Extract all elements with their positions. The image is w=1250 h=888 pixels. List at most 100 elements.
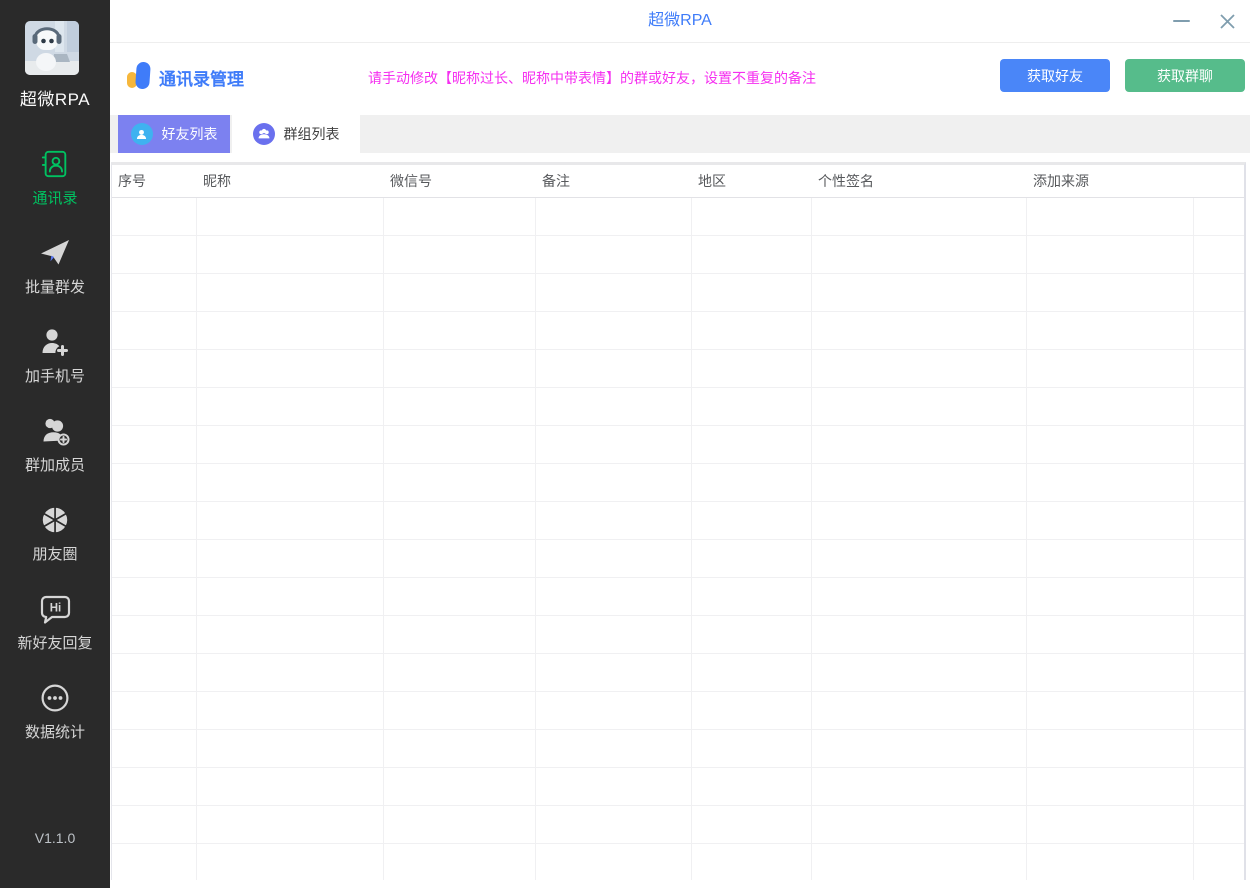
table-cell-spacer: [1194, 692, 1244, 729]
column-header: 备注: [536, 171, 692, 191]
table-cell: [197, 730, 384, 767]
sidebar-item-moments[interactable]: 朋友圈: [0, 504, 110, 593]
users-icon: [253, 123, 275, 145]
column-header: 序号: [112, 171, 197, 191]
module-logo-icon: [127, 60, 153, 95]
get-groups-button[interactable]: 获取群聊: [1125, 59, 1245, 92]
table-cell: [384, 654, 536, 691]
table-cell: [112, 616, 197, 653]
table-cell: [1027, 464, 1194, 501]
table-cell-spacer: [1194, 654, 1244, 691]
table-cell: [112, 502, 197, 539]
sidebar-item-bulk-send[interactable]: 批量群发: [0, 237, 110, 326]
table-cell-spacer: [1194, 806, 1244, 843]
table-cell: [1027, 312, 1194, 349]
table-cell: [536, 844, 692, 880]
sidebar-nav: 通讯录批量群发加手机号群加成员朋友圈 Hi 新好友回复数据统计: [0, 148, 110, 771]
table-row: [112, 616, 1244, 654]
titlebar: 超微RPA: [110, 0, 1250, 43]
sidebar-item-add-phone[interactable]: 加手机号: [0, 326, 110, 415]
stats-dots-icon: [39, 682, 71, 714]
table-cell: [197, 426, 384, 463]
tab-friend-list[interactable]: 好友列表: [118, 115, 230, 153]
table-cell: [536, 692, 692, 729]
table-cell: [812, 578, 1027, 615]
minimize-button[interactable]: [1160, 0, 1202, 42]
table-cell: [812, 502, 1027, 539]
sidebar-item-group-add-member[interactable]: 群加成员: [0, 415, 110, 504]
table-cell: [812, 540, 1027, 577]
close-button[interactable]: [1206, 0, 1248, 42]
table-row: [112, 198, 1244, 236]
column-header: 个性签名: [812, 171, 1027, 191]
sidebar-item-label: 群加成员: [0, 454, 110, 475]
tab-group-list[interactable]: 群组列表: [232, 115, 360, 153]
table-cell: [384, 768, 536, 805]
table-cell: [812, 654, 1027, 691]
table-cell-spacer: [1194, 312, 1244, 349]
table-cell: [536, 540, 692, 577]
table-cell: [384, 388, 536, 425]
table-cell: [812, 730, 1027, 767]
table-cell: [112, 236, 197, 273]
table-cell: [536, 198, 692, 235]
table-cell: [112, 426, 197, 463]
tab-label: 群组列表: [284, 124, 340, 144]
table-cell: [692, 730, 812, 767]
table-cell: [197, 350, 384, 387]
table-cell: [812, 844, 1027, 880]
table-cell: [536, 312, 692, 349]
table-cell-spacer: [1194, 502, 1244, 539]
table-cell: [384, 806, 536, 843]
table-cell: [197, 388, 384, 425]
table-cell: [384, 350, 536, 387]
table-cell: [692, 312, 812, 349]
table-cell: [197, 540, 384, 577]
table-cell: [112, 198, 197, 235]
table-cell: [1027, 236, 1194, 273]
table-cell: [536, 806, 692, 843]
table-cell: [112, 350, 197, 387]
contacts-table: 序号昵称微信号备注地区个性签名添加来源: [111, 162, 1246, 880]
column-header: 微信号: [384, 171, 536, 191]
table-cell: [1027, 616, 1194, 653]
table-cell: [112, 388, 197, 425]
table-cell-spacer: [1194, 616, 1244, 653]
table-cell: [112, 578, 197, 615]
app-name: 超微RPA: [0, 85, 110, 110]
sidebar-item-label: 新好友回复: [0, 632, 110, 653]
svg-text:Hi: Hi: [50, 603, 62, 615]
table-cell-spacer: [1194, 578, 1244, 615]
get-friends-button[interactable]: 获取好友: [1000, 59, 1110, 92]
sidebar-item-data-stats[interactable]: 数据统计: [0, 682, 110, 771]
table-cell: [384, 426, 536, 463]
column-header: 添加来源: [1027, 171, 1194, 191]
table-cell: [692, 198, 812, 235]
table-cell: [812, 806, 1027, 843]
table-cell: [197, 768, 384, 805]
table-cell: [1027, 578, 1194, 615]
table-cell: [692, 502, 812, 539]
table-cell: [1027, 730, 1194, 767]
table-cell: [692, 540, 812, 577]
notice-text: 请手动修改【昵称过长、昵称中带表情】的群或好友，设置不重复的备注: [368, 68, 816, 88]
table-cell: [812, 692, 1027, 729]
table-cell: [692, 616, 812, 653]
tab-strip: 好友列表 群组列表: [110, 115, 1250, 153]
table-cell: [692, 464, 812, 501]
tab-label: 好友列表: [162, 124, 218, 144]
sidebar-item-label: 朋友圈: [0, 543, 110, 564]
table-cell: [384, 730, 536, 767]
table-cell: [1027, 426, 1194, 463]
sidebar-item-contacts[interactable]: 通讯录: [0, 148, 110, 237]
table-cell: [1027, 502, 1194, 539]
table-cell: [112, 312, 197, 349]
sidebar-item-new-friend-reply[interactable]: Hi 新好友回复: [0, 593, 110, 682]
table-cell: [197, 274, 384, 311]
table-cell: [692, 236, 812, 273]
table-cell: [197, 502, 384, 539]
table-cell: [197, 578, 384, 615]
table-cell: [197, 464, 384, 501]
page-title: 通讯录管理: [159, 65, 244, 90]
table-cell: [1027, 350, 1194, 387]
